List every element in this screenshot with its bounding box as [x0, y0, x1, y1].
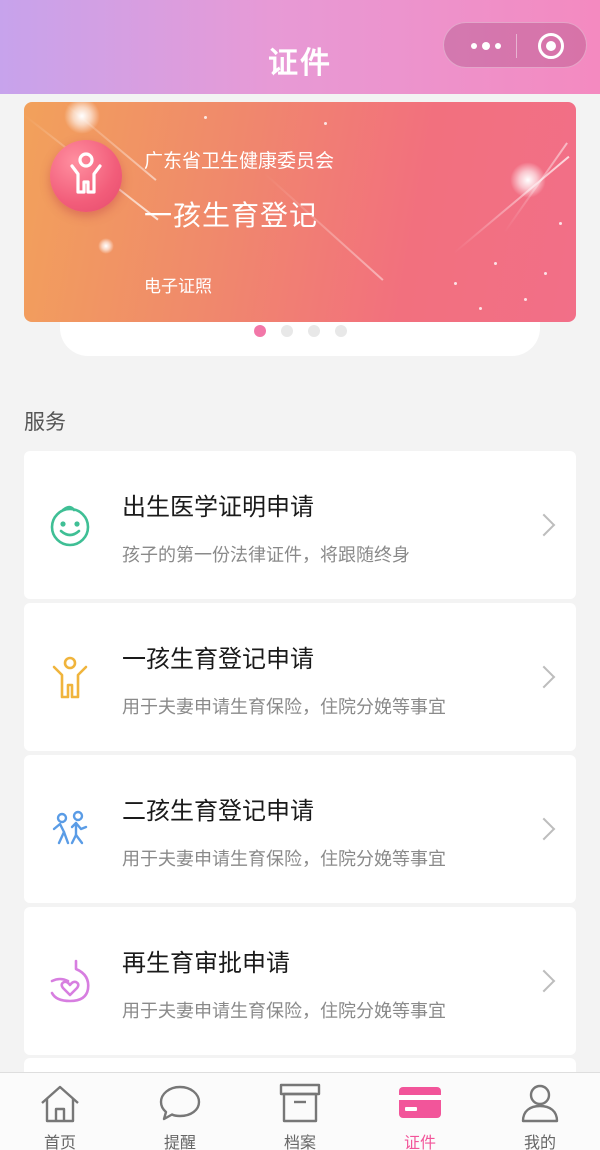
chat-bubble-icon: [159, 1085, 201, 1121]
sparkle: [559, 222, 562, 225]
service-title: 出生医学证明申请: [122, 493, 314, 521]
tab-label: 证件: [403, 1133, 436, 1150]
service-item-first-child-registration[interactable]: 一孩生育登记申请 用于夫妻申请生育保险，住院分娩等事宜: [24, 603, 576, 751]
child-icon: [52, 656, 88, 699]
header-bar: 证件: [0, 0, 600, 94]
issuing-authority: 广东省卫生健康委员会: [144, 150, 335, 172]
chevron-right-icon: [532, 513, 556, 537]
tab-label: 提醒: [163, 1133, 196, 1150]
capsule-divider: [516, 34, 517, 58]
home-icon: [41, 1085, 79, 1123]
tab-reminders[interactable]: 提醒: [120, 1073, 240, 1150]
service-description: 用于夫妻申请生育保险，住院分娩等事宜: [122, 1001, 446, 1022]
service-description: 用于夫妻申请生育保险，住院分娩等事宜: [122, 697, 446, 718]
service-item-birth-certificate[interactable]: 出生医学证明申请 孩子的第一份法律证件，将跟随终身: [24, 451, 576, 599]
chevron-right-icon: [532, 665, 556, 689]
service-description: 孩子的第一份法律证件，将跟随终身: [122, 545, 410, 566]
certificate-subtitle: 电子证照: [144, 277, 212, 297]
tab-label: 我的: [523, 1133, 556, 1150]
pager-dot[interactable]: [254, 325, 266, 337]
pregnancy-icon: [50, 959, 90, 1003]
bottom-tab-bar: 首页 提醒 档案 证件 我的: [0, 1072, 600, 1150]
certificate-title: 一孩生育登记: [144, 199, 319, 232]
service-title: 再生育审批申请: [122, 949, 290, 977]
close-target-icon[interactable]: [538, 33, 564, 59]
baby-face-icon: [50, 505, 90, 547]
sparkle: [454, 282, 457, 285]
section-title: 服务: [24, 410, 66, 434]
tab-certificates[interactable]: 证件: [360, 1073, 480, 1150]
archive-box-icon: [279, 1083, 321, 1123]
user-icon: [521, 1084, 559, 1123]
child-badge-icon: [50, 140, 122, 212]
tab-label: 首页: [43, 1133, 76, 1150]
pager-dot[interactable]: [335, 325, 347, 337]
light-glow: [510, 162, 546, 198]
tab-archive[interactable]: 档案: [240, 1073, 360, 1150]
chevron-right-icon: [532, 817, 556, 841]
tab-home[interactable]: 首页: [0, 1073, 120, 1150]
service-title: 一孩生育登记申请: [122, 645, 314, 673]
pager-dot[interactable]: [281, 325, 293, 337]
two-children-icon: [52, 810, 88, 845]
light-glow: [98, 238, 114, 254]
more-icon[interactable]: [458, 23, 514, 69]
sparkle: [524, 298, 527, 301]
tab-label: 档案: [283, 1133, 316, 1150]
mini-program-capsule: [443, 22, 587, 68]
tab-profile[interactable]: 我的: [480, 1073, 600, 1150]
sparkle: [544, 272, 547, 275]
sparkle: [204, 116, 207, 119]
certificate-banner[interactable]: 广东省卫生健康委员会 一孩生育登记 电子证照: [24, 102, 576, 322]
service-title: 二孩生育登记申请: [122, 797, 314, 825]
service-item-second-child-registration[interactable]: 二孩生育登记申请 用于夫妻申请生育保险，住院分娩等事宜: [24, 755, 576, 903]
sparkle: [479, 307, 482, 310]
sparkle: [324, 122, 327, 125]
banner-pager: [254, 325, 347, 337]
pager-dot[interactable]: [308, 325, 320, 337]
sparkle: [494, 262, 497, 265]
card-icon: [399, 1087, 441, 1118]
service-item-re-birth-approval[interactable]: 再生育审批申请 用于夫妻申请生育保险，住院分娩等事宜: [24, 907, 576, 1055]
chevron-right-icon: [532, 969, 556, 993]
service-description: 用于夫妻申请生育保险，住院分娩等事宜: [122, 849, 446, 870]
